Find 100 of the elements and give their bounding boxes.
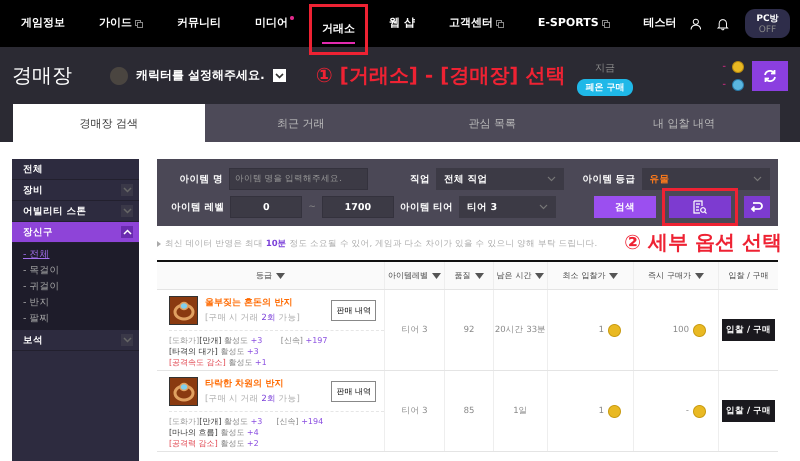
trade-count-text: [구매 시 거래 2회 가능] (205, 393, 301, 405)
sort-arrow-icon (609, 272, 618, 278)
chevron-down-icon (753, 176, 762, 182)
coin-icon (693, 404, 706, 418)
column-header[interactable]: 남은 시간 (494, 262, 548, 289)
nav-link[interactable]: 게임정보 (8, 0, 78, 47)
engraving-text: [공격력 감소] 활성도 +2 (169, 438, 260, 449)
chevron-down-icon (547, 176, 556, 182)
bullet-icon (157, 241, 161, 247)
external-link-icon (602, 20, 610, 28)
nav-link[interactable]: 테스터 (630, 0, 690, 47)
coin-icon (608, 404, 621, 418)
column-header[interactable]: 최소 입찰가 (548, 262, 634, 289)
category-item[interactable]: 장신구 (12, 222, 139, 243)
column-header: 입찰 / 구매 (728, 270, 770, 282)
coin-icon (608, 324, 621, 336)
nav-link[interactable]: 고객센터 (436, 0, 517, 47)
field-label: 아이템 티어 (400, 200, 454, 214)
refresh-icon (762, 68, 778, 84)
external-link-icon (496, 20, 504, 28)
sort-arrow-icon (432, 272, 441, 278)
column-header[interactable]: 품질 (445, 262, 494, 289)
stat-text: [신속] +197 (280, 335, 328, 347)
min-level-field[interactable]: 0 (230, 196, 302, 218)
column-header[interactable]: 아이템레벨 (385, 262, 445, 289)
class-dropdown[interactable]: 전체 직업 (436, 168, 564, 190)
field-label: 아이템 레벨 (171, 200, 224, 214)
sales-history-button[interactable]: 판매 내역 (331, 380, 376, 402)
table-cell: 92 (445, 290, 494, 370)
page-title: 경매장 (12, 62, 72, 89)
nav-link[interactable]: 미디어 (242, 0, 301, 47)
tab[interactable]: 최근 거래 (204, 104, 396, 142)
nav-link[interactable]: E-SPORTS (524, 0, 623, 47)
nav-link[interactable]: 가이드 (86, 0, 156, 47)
subcategory-link[interactable]: - 귀걸이 (23, 279, 128, 295)
nav-link[interactable]: 웹 샵 (376, 0, 428, 47)
subcategory-link[interactable]: - 목걸이 (23, 263, 128, 279)
table-cell: - (686, 406, 689, 416)
max-level-field[interactable]: 1700 (322, 196, 394, 218)
character-select[interactable]: 캐릭터를 설정해주세요. (136, 67, 265, 84)
item-name-field[interactable]: 아이템 명을 입력해주세요. (228, 168, 368, 190)
now-label: 지금 (594, 62, 615, 75)
return-arrow-icon (750, 201, 764, 213)
sort-arrow-icon (276, 272, 285, 278)
currency-amount: - (722, 61, 726, 72)
grade-dropdown[interactable]: 유물 (642, 168, 770, 190)
coin-icon (693, 324, 706, 336)
pc-room-toggle[interactable]: PC방 OFF (745, 9, 790, 38)
external-link-icon (135, 20, 143, 28)
sort-arrow-icon (474, 272, 484, 278)
detail-options-button[interactable] (669, 196, 731, 218)
sales-history-button[interactable]: 판매 내역 (331, 300, 376, 320)
chevron-down-icon (121, 184, 133, 196)
tier-dropdown[interactable]: 티어 3 (459, 196, 556, 218)
chevron-down-icon (539, 204, 548, 210)
bid-buy-button[interactable]: 입찰 / 구매 (722, 319, 776, 341)
engraving-text: [공격속도 감소] 활성도 +1 (169, 357, 267, 368)
trade-count-text: [구매 시 거래 2회 가능] (205, 312, 301, 324)
dropdown-icon[interactable] (272, 69, 286, 82)
engraving-text: [타격의 대가] 활성도 +3 (169, 346, 260, 357)
tab[interactable]: 경매장 검색 (13, 104, 205, 142)
stat-text: [신속] +194 (276, 416, 324, 428)
tab[interactable]: 내 입찰 내역 (588, 104, 780, 142)
reset-button[interactable] (744, 196, 770, 218)
table-cell: 티어 3 (385, 371, 445, 451)
new-dot (290, 16, 294, 20)
range-separator: ~ (308, 202, 316, 212)
currency-amount: - (722, 79, 726, 90)
chevron-down-icon (121, 334, 133, 346)
subcategory-link[interactable]: - 팔찌 (23, 311, 128, 327)
search-button[interactable]: 검색 (594, 196, 656, 218)
subcategory-link[interactable]: - 반지 (23, 295, 128, 311)
sort-arrow-icon (694, 272, 704, 278)
nav-link[interactable]: 커뮤니티 (164, 0, 234, 47)
table-cell: 1일 (494, 371, 548, 451)
chevron-down-icon (121, 205, 133, 217)
table-cell: 100 (672, 325, 689, 335)
tab[interactable]: 관심 목록 (396, 104, 588, 142)
table-cell: 1 (598, 406, 604, 416)
field-label: 아이템 등급 (581, 172, 636, 186)
column-header[interactable]: 등급 (157, 262, 385, 289)
table-cell: 1 (598, 325, 604, 335)
chevron-up-icon (121, 226, 133, 238)
engraving-text: [마나의 흐름] 활성도 +4 (169, 427, 260, 438)
bid-buy-button[interactable]: 입찰 / 구매 (722, 400, 776, 422)
field-label: 아이템 명 (178, 172, 223, 186)
refresh-button[interactable] (752, 60, 788, 90)
sort-arrow-icon (535, 272, 544, 278)
ring-icon (169, 296, 198, 324)
document-search-icon (693, 200, 707, 214)
column-header[interactable]: 즉시 구매가 (634, 262, 719, 289)
coin-icon (732, 60, 744, 72)
table-cell: 85 (445, 371, 494, 451)
engraving-text: [도화가][만개] 활성도 +3 (169, 416, 262, 427)
subcategory-link[interactable]: - 전체 (23, 247, 128, 263)
notice-text: 최신 데이터 반영은 최대 10분 정도 소요될 수 있어, 게임과 다소 차이가 있을 수 있으니 양해 부탁 드립니다. (165, 238, 598, 250)
ring-icon (169, 376, 198, 406)
field-label: 직업 (409, 172, 430, 186)
annotation-text: ① [거래소] - [경매장] 선택 (316, 62, 566, 89)
character-avatar (110, 66, 128, 84)
